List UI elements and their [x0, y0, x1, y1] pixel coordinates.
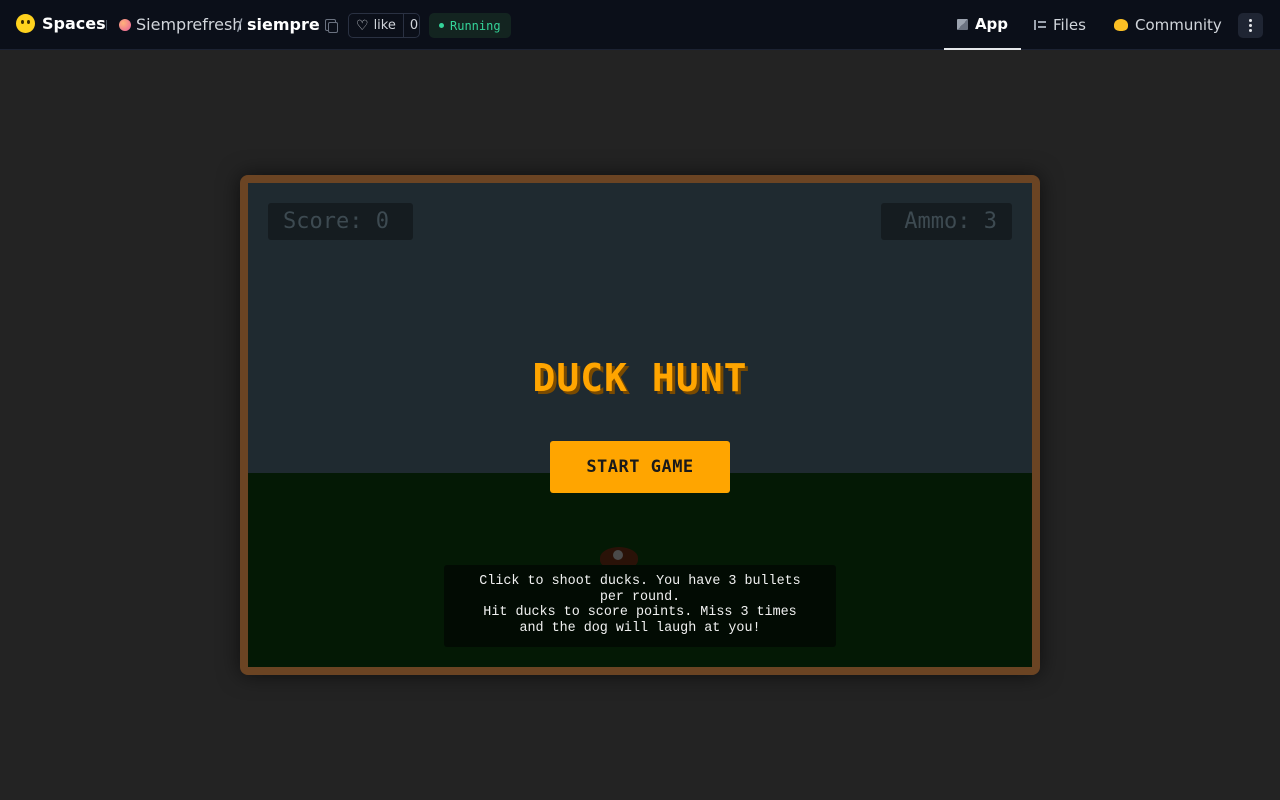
app-cube-icon — [956, 18, 968, 30]
space-owner-link[interactable]: Siemprefresh — [136, 15, 242, 34]
tab-files[interactable]: Files — [1034, 0, 1086, 50]
like-button[interactable]: ♡ like 0 — [348, 13, 420, 38]
score-display: Score: 0 — [268, 203, 413, 240]
game-screen[interactable]: Score: 0 Ammo: 3 DUCK HUNT START GAME Cl… — [248, 183, 1032, 667]
status-dot-icon — [439, 23, 444, 28]
space-name-link[interactable]: siempre — [247, 15, 320, 34]
status-label: Running — [450, 18, 501, 33]
duck-eye — [613, 550, 623, 560]
instructions-line-2: Hit ducks to score points. Miss 3 times … — [483, 605, 797, 636]
tab-community[interactable]: Community — [1114, 0, 1222, 50]
more-options-button[interactable] — [1238, 13, 1263, 38]
like-label: like — [373, 18, 396, 33]
tab-app-label: App — [974, 15, 1009, 33]
game-title: DUCK HUNT — [532, 356, 748, 400]
heart-icon: ♡ — [356, 17, 369, 34]
more-dot-icon — [1249, 19, 1252, 22]
more-dot-icon — [1249, 29, 1252, 32]
hugging-face-logo-icon — [16, 14, 35, 33]
spaces-home-link[interactable]: Spaces — [16, 14, 106, 33]
header-divider — [106, 20, 107, 30]
game-frame: Score: 0 Ammo: 3 DUCK HUNT START GAME Cl… — [240, 175, 1040, 675]
status-badge: Running — [429, 13, 511, 38]
community-icon — [1114, 19, 1128, 31]
owner-avatar[interactable] — [119, 19, 131, 31]
spaces-brand-label: Spaces — [42, 14, 106, 33]
like-count[interactable]: 0 — [402, 14, 419, 37]
start-game-button[interactable]: START GAME — [550, 441, 730, 493]
ammo-display: Ammo: 3 — [881, 203, 1012, 240]
tab-app[interactable]: App — [944, 0, 1021, 50]
files-icon — [1034, 20, 1046, 30]
instructions-panel: Click to shoot ducks. You have 3 bullets… — [444, 565, 836, 647]
top-navigation-bar: Spaces Siemprefresh / siempre ♡ like 0 R… — [0, 0, 1280, 50]
tab-community-label: Community — [1135, 16, 1222, 34]
instructions-line-1: Click to shoot ducks. You have 3 bullets… — [479, 574, 801, 605]
tab-files-label: Files — [1053, 16, 1086, 34]
more-dot-icon — [1249, 24, 1252, 27]
like-toggle[interactable]: ♡ like — [349, 14, 403, 37]
copy-icon[interactable] — [325, 19, 338, 33]
path-separator: / — [237, 15, 243, 34]
